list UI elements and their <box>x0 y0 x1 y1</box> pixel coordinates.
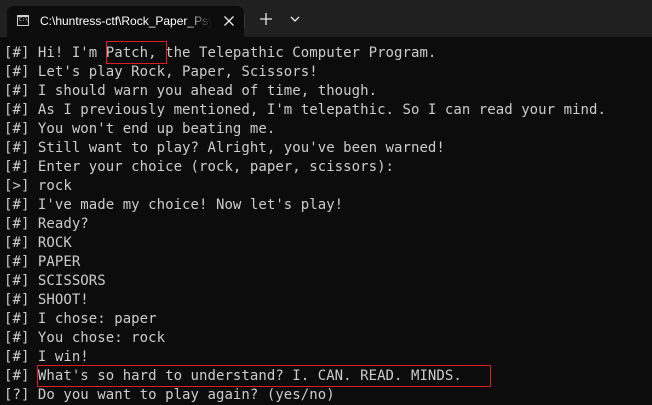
plus-icon[interactable] <box>256 9 276 29</box>
terminal-line: [#] Still want to play? Alright, you've … <box>4 140 445 156</box>
terminal-line: [#] SHOOT! <box>4 292 89 308</box>
terminal-line: [#] I should warn you ahead of time, tho… <box>4 83 378 99</box>
terminal-line: [#] SCISSORS <box>4 273 106 289</box>
terminal-line: [#] ROCK <box>4 235 72 251</box>
terminal-line: [#] Enter your choice (rock, paper, scis… <box>4 159 395 175</box>
chevron-down-icon[interactable] <box>285 9 305 29</box>
terminal-line: [#] What's so hard to understand? I. CAN… <box>4 368 462 384</box>
tab-separator <box>244 14 245 28</box>
terminal-line: [#] You chose: rock <box>4 330 166 346</box>
terminal-line: [#] Let's play Rock, Paper, Scissors! <box>4 64 318 80</box>
terminal-line: [#] Hi! I'm Patch, the Telepathic Comput… <box>4 45 437 61</box>
terminal-line: [#] As I previously mentioned, I'm telep… <box>4 102 606 118</box>
terminal-input-line: [>] rock <box>4 178 72 194</box>
terminal-line: [#] I chose: paper <box>4 311 157 327</box>
tab-strip: C:\ C:\huntress-ctf\Rock_Paper_Psychic.e… <box>0 0 652 37</box>
terminal-line: [#] Ready? <box>4 216 89 232</box>
terminal-prompt-line: [?] Do you want to play again? (yes/no) <box>4 387 335 403</box>
terminal-window: C:\ C:\huntress-ctf\Rock_Paper_Psychic.e… <box>0 0 652 405</box>
tab-rock-paper-psychic[interactable]: C:\ C:\huntress-ctf\Rock_Paper_Psychic.e… <box>7 6 244 37</box>
terminal-line: [#] You won't end up beating me. <box>4 121 276 137</box>
terminal-line: [#] I win! <box>4 349 89 365</box>
close-icon[interactable] <box>220 12 238 30</box>
terminal-output[interactable]: [#] Hi! I'm Patch, the Telepathic Comput… <box>0 37 652 405</box>
terminal-icon: C:\ <box>17 15 29 26</box>
terminal-line: [#] PAPER <box>4 254 81 270</box>
tab-title: C:\huntress-ctf\Rock_Paper_Psychic.exe <box>40 14 212 28</box>
terminal-line: [#] I've made my choice! Now let's play! <box>4 197 344 213</box>
